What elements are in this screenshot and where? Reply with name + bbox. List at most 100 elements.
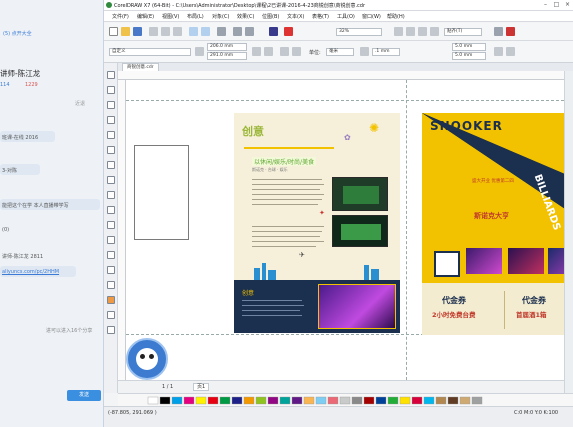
flyer-right[interactable]: SNOOKER BILLIARDS 盛大开业 优惠第二四 斯诺克大亨 代金券 2… (422, 113, 564, 335)
color-swatch[interactable] (363, 396, 375, 405)
color-swatch[interactable] (159, 396, 171, 405)
landscape-icon[interactable] (264, 47, 273, 56)
full-screen-icon[interactable] (394, 27, 403, 36)
rectangle-tool-icon[interactable] (107, 161, 115, 169)
menu-table[interactable]: 表格(T) (312, 13, 329, 20)
page-tab[interactable]: 页1 (193, 383, 210, 391)
menu-object[interactable]: 对象(C) (212, 13, 229, 20)
color-swatch[interactable] (435, 396, 447, 405)
page-height-field[interactable]: 291.0 mm (207, 52, 247, 60)
zoom-tool-icon[interactable] (107, 116, 115, 124)
color-swatch[interactable] (447, 396, 459, 405)
treat-as-filled-icon[interactable] (494, 47, 503, 56)
cut-icon[interactable] (149, 27, 158, 36)
units-select[interactable]: 毫米 (326, 48, 354, 56)
color-swatch[interactable] (231, 396, 243, 405)
drop-shadow-tool-icon[interactable] (107, 251, 115, 259)
eyedropper-tool-icon[interactable] (107, 281, 115, 289)
maximize-icon[interactable]: □ (551, 1, 562, 10)
text-tool-icon[interactable] (107, 206, 115, 214)
menu-help[interactable]: 帮助(H) (387, 13, 405, 20)
save-icon[interactable] (133, 27, 142, 36)
outline-pen-tool-icon[interactable] (107, 326, 115, 334)
menu-window[interactable]: 窗口(W) (362, 13, 381, 20)
close-icon[interactable]: × (562, 1, 573, 10)
color-swatch[interactable] (291, 396, 303, 405)
chat-link[interactable]: aliyuncs.com/pc/2HHM (2, 269, 59, 275)
color-swatch[interactable] (183, 396, 195, 405)
menu-file[interactable]: 文件(F) (112, 13, 129, 20)
color-swatch[interactable] (315, 396, 327, 405)
color-swatch[interactable] (423, 396, 435, 405)
show-guidelines-icon[interactable] (430, 27, 439, 36)
freehand-tool-icon[interactable] (107, 131, 115, 139)
nudge-distance-field[interactable]: .1 mm (372, 48, 400, 56)
menu-view[interactable]: 视图(V) (162, 13, 179, 20)
color-swatch[interactable] (399, 396, 411, 405)
smart-fill-tool-icon[interactable] (107, 311, 115, 319)
ellipse-tool-icon[interactable] (107, 176, 115, 184)
paste-icon[interactable] (173, 27, 182, 36)
send-button[interactable]: 发送 (67, 390, 101, 401)
undo-icon[interactable] (189, 27, 198, 36)
page-preset-select[interactable]: 自定义 (109, 48, 191, 56)
duplicate-distance-x-field[interactable]: 5.0 mm (452, 43, 486, 51)
crop-tool-icon[interactable] (107, 101, 115, 109)
color-swatch[interactable] (327, 396, 339, 405)
page-width-field[interactable]: 206.0 mm (207, 43, 247, 51)
duplicate-distance-y-field[interactable]: 5.0 mm (452, 52, 486, 60)
app-launcher-icon[interactable] (284, 27, 293, 36)
corel-connect-icon[interactable] (269, 27, 278, 36)
portrait-icon[interactable] (252, 47, 261, 56)
menu-bitmaps[interactable]: 位图(B) (262, 13, 279, 20)
guideline[interactable] (126, 100, 564, 101)
color-swatch[interactable] (171, 396, 183, 405)
color-swatch[interactable] (471, 396, 483, 405)
horizontal-ruler[interactable] (118, 71, 564, 80)
menu-layout[interactable]: 布局(L) (187, 13, 204, 20)
search-icon[interactable] (217, 27, 226, 36)
color-swatch[interactable] (219, 396, 231, 405)
color-swatch[interactable] (255, 396, 267, 405)
document-tab[interactable]: 商锐创意.cdr (122, 63, 159, 71)
export-icon[interactable] (245, 27, 254, 36)
zoom-level-select[interactable]: 32% (336, 28, 382, 36)
polygon-tool-icon[interactable] (107, 191, 115, 199)
shape-tool-icon[interactable] (107, 86, 115, 94)
color-swatch[interactable] (303, 396, 315, 405)
launch-icon[interactable] (506, 27, 515, 36)
color-swatch[interactable] (207, 396, 219, 405)
import-icon[interactable] (233, 27, 242, 36)
color-palette[interactable] (118, 393, 573, 406)
pick-tool-icon[interactable] (107, 71, 115, 79)
artistic-media-tool-icon[interactable] (107, 146, 115, 154)
color-swatch[interactable] (339, 396, 351, 405)
minimize-icon[interactable]: – (540, 1, 551, 10)
parallel-dimension-tool-icon[interactable] (107, 221, 115, 229)
show-rulers-icon[interactable] (406, 27, 415, 36)
copy-icon[interactable] (161, 27, 170, 36)
guideline[interactable] (406, 80, 407, 380)
color-swatch[interactable] (351, 396, 363, 405)
color-swatch[interactable] (243, 396, 255, 405)
color-swatch[interactable] (411, 396, 423, 405)
color-swatch[interactable] (147, 396, 159, 405)
flyer-left[interactable]: 创意 ✺ ✿ 以休闲/娱乐/时尚/美食 斯诺克 · 台球 · 娱乐 ✦ ✈ 创意 (234, 113, 400, 333)
menu-text[interactable]: 文本(X) (287, 13, 304, 20)
drawing-canvas[interactable]: 创意 ✺ ✿ 以休闲/娱乐/时尚/美食 斯诺克 · 台球 · 娱乐 ✦ ✈ 创意… (126, 80, 564, 380)
menu-effects[interactable]: 效果(C) (237, 13, 254, 20)
color-swatch[interactable] (387, 396, 399, 405)
page-border[interactable] (134, 145, 189, 240)
vertical-ruler[interactable] (118, 80, 126, 380)
menu-tools[interactable]: 工具(O) (337, 13, 355, 20)
color-swatch[interactable] (195, 396, 207, 405)
all-pages-icon[interactable] (280, 47, 289, 56)
options-gear-icon[interactable] (494, 27, 503, 36)
show-grid-icon[interactable] (418, 27, 427, 36)
chat-header-link[interactable]: (5) 点开大全 (3, 30, 32, 37)
color-swatch[interactable] (279, 396, 291, 405)
open-folder-icon[interactable] (121, 27, 130, 36)
new-document-icon[interactable] (109, 27, 118, 36)
options-icon[interactable] (506, 47, 515, 56)
transparency-tool-icon[interactable] (107, 266, 115, 274)
